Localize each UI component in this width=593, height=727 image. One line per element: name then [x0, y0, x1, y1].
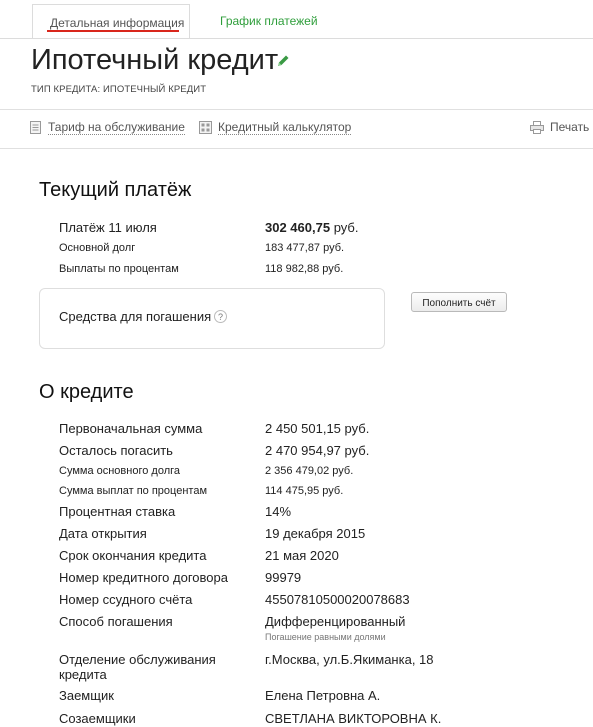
payment-amount-suffix: руб. [330, 220, 359, 235]
calculator-link[interactable]: Кредитный калькулятор [199, 120, 352, 135]
active-tab-underline [47, 30, 179, 32]
loan-account-label: Номер ссудного счёта [59, 592, 193, 607]
branch-value: г.Москва, ул.Б.Якиманка, 18 [265, 652, 434, 667]
print-link[interactable]: Печать [530, 120, 589, 134]
principal-sum-label: Сумма основного долга [59, 465, 181, 477]
interest-label: Выплаты по процентам [59, 263, 179, 275]
initial-amount-value: 2 450 501,15 руб. [265, 421, 370, 436]
payment-amount: 302 460,75 руб. [265, 220, 358, 235]
tariff-link-label: Тариф на обслуживание [48, 120, 185, 135]
interest-sum-value: 114 475,95 руб. [265, 485, 344, 497]
page-title: Ипотечный кредит [31, 44, 279, 76]
repayment-funds-label: Средства для погашения [59, 309, 212, 324]
tab-details-label: Детальная информация [50, 16, 185, 30]
toolbar: Тариф на обслуживание Кредитный калькуля… [0, 109, 593, 149]
repayment-method-label: Способ погашения [59, 614, 173, 629]
contract-number-value: 99979 [265, 570, 302, 585]
printer-icon [530, 120, 544, 134]
tab-bar: Детальная информация График платежей [0, 0, 593, 39]
interest-rate-label: Процентная ставка [59, 504, 176, 519]
tariff-link[interactable]: Тариф на обслуживание [29, 120, 185, 135]
loan-account-value: 45507810500020078683 [265, 592, 410, 607]
repayment-funds-box: Средства для погашения ? [39, 288, 385, 349]
print-link-label: Печать [550, 120, 590, 134]
pencil-icon[interactable] [275, 53, 291, 69]
contract-number-label: Номер кредитного договора [59, 570, 228, 585]
initial-amount-label: Первоначальная сумма [59, 421, 203, 436]
payment-date-label: Платёж 11 июля [59, 220, 157, 235]
top-up-account-button[interactable]: Пополнить счёт [411, 292, 507, 312]
coborrowers-label: Созаемщики [59, 711, 136, 726]
about-credit-title: О кредите [39, 381, 134, 403]
calculator-link-label: Кредитный калькулятор [218, 120, 352, 135]
credit-type-subtitle: ТИП КРЕДИТА: ИПОТЕЧНЫЙ КРЕДИТ [31, 84, 207, 95]
document-icon [30, 121, 41, 134]
open-date-value: 19 декабря 2015 [265, 526, 366, 541]
repayment-method-value: Дифференцированный [265, 614, 406, 629]
remaining-label: Осталось погасить [59, 443, 173, 458]
interest-sum-label: Сумма выплат по процентам [59, 485, 208, 497]
tab-details[interactable]: Детальная информация [32, 4, 190, 38]
question-icon[interactable]: ? [214, 310, 227, 323]
interest-rate-value: 14% [265, 504, 292, 519]
coborrowers-value: СВЕТЛАНА ВИКТОРОВНА К. [265, 711, 442, 726]
payment-amount-number: 302 460,75 [265, 220, 331, 235]
branch-label: Отделение обслуживания кредита [59, 652, 216, 682]
tab-payment-schedule[interactable]: График платежей [220, 14, 318, 28]
principal-value: 183 477,87 руб. [265, 242, 345, 254]
end-date-value: 21 мая 2020 [265, 548, 339, 563]
principal-sum-value: 2 356 479,02 руб. [265, 465, 354, 477]
current-payment-title: Текущий платёж [39, 179, 192, 201]
calculator-icon [199, 121, 212, 134]
borrower-label: Заемщик [59, 688, 114, 703]
repayment-method-note: Погашение равными долями [265, 632, 386, 642]
principal-label: Основной долг [59, 242, 136, 254]
remaining-value: 2 470 954,97 руб. [265, 443, 370, 458]
end-date-label: Срок окончания кредита [59, 548, 207, 563]
open-date-label: Дата открытия [59, 526, 147, 541]
borrower-value: Елена Петровна А. [265, 688, 381, 703]
interest-value: 118 982,88 руб. [265, 263, 344, 275]
